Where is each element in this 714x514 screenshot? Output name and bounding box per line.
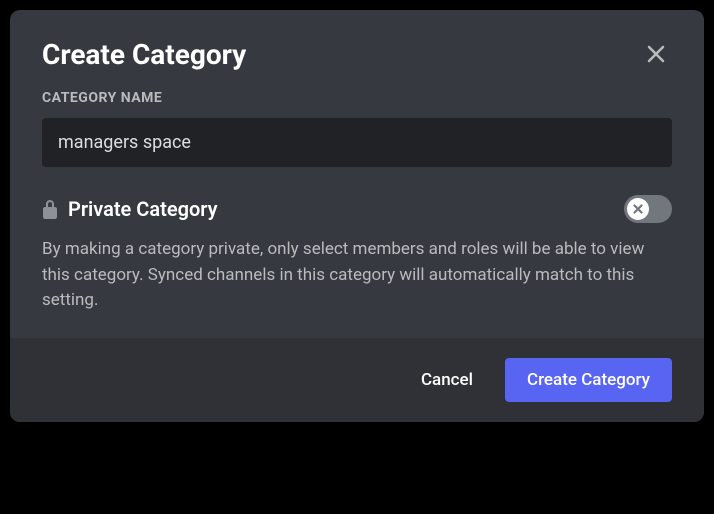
modal-title: Create Category xyxy=(42,38,246,71)
modal-header: Create Category xyxy=(10,10,704,90)
create-category-modal: Create Category CATEGORY NAME xyxy=(10,10,704,422)
private-title: Private Category xyxy=(68,197,218,221)
toggle-knob xyxy=(627,198,649,220)
toggle-off-icon xyxy=(632,200,644,219)
modal-body: CATEGORY NAME Private Category xyxy=(10,90,704,338)
lock-icon xyxy=(42,199,58,219)
create-category-button[interactable]: Create Category xyxy=(505,358,672,402)
category-name-input[interactable] xyxy=(42,118,672,167)
modal-footer: Cancel Create Category xyxy=(10,338,704,422)
category-name-label: CATEGORY NAME xyxy=(42,90,672,106)
close-icon xyxy=(644,42,668,70)
private-description: By making a category private, only selec… xyxy=(42,237,672,314)
private-section: Private Category By making a category pr… xyxy=(42,195,672,314)
private-label-group: Private Category xyxy=(42,197,218,221)
cancel-button[interactable]: Cancel xyxy=(413,360,481,400)
close-button[interactable] xyxy=(640,38,672,74)
private-toggle[interactable] xyxy=(624,195,672,223)
private-header-row: Private Category xyxy=(42,195,672,223)
